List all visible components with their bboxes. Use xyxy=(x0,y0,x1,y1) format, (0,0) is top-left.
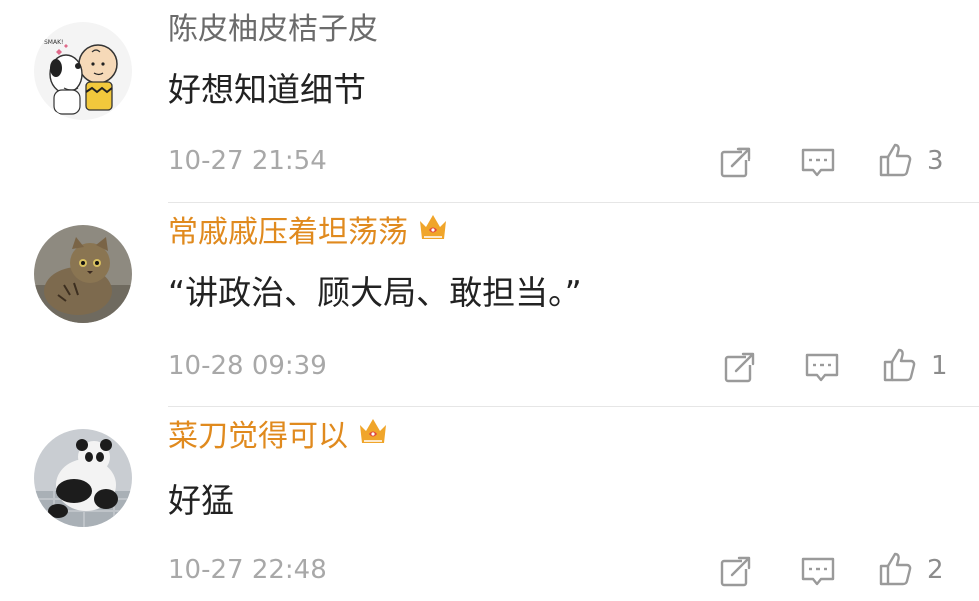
timestamp: 10-27 21:54 xyxy=(168,146,327,176)
comment-text: 好猛 xyxy=(168,481,234,520)
username[interactable]: 常戚戚压着坦荡荡 xyxy=(168,215,450,252)
like-icon xyxy=(883,348,916,382)
comment-text: 好想知道细节 xyxy=(168,70,366,109)
comment-item: 菜刀觉得可以 好猛 10-27 22:48 2 xyxy=(0,407,979,601)
share-button[interactable] xyxy=(722,349,758,385)
reply-button[interactable] xyxy=(804,349,840,385)
vip-crown-icon xyxy=(356,415,390,456)
comment-item: 常戚戚压着坦荡荡 “讲政治、顾大局、敢担当。” 10-28 09:39 1 xyxy=(0,203,979,403)
like-button[interactable] xyxy=(878,551,914,587)
comment-text: “讲政治、顾大局、敢担当。” xyxy=(168,273,582,312)
like-count: 1 xyxy=(931,351,948,381)
comment-icon xyxy=(801,557,835,586)
reply-button[interactable] xyxy=(800,144,836,180)
avatar[interactable] xyxy=(34,429,132,527)
username-text[interactable]: 陈皮柚皮桔子皮 xyxy=(168,12,378,47)
timestamp: 10-27 22:48 xyxy=(168,555,327,585)
reply-button[interactable] xyxy=(800,553,836,589)
timestamp: 10-28 09:39 xyxy=(168,351,327,381)
panda-avatar-icon xyxy=(34,429,132,527)
share-icon xyxy=(720,147,752,178)
username[interactable]: 菜刀觉得可以 xyxy=(168,419,390,456)
like-button[interactable] xyxy=(882,347,918,383)
share-icon xyxy=(720,556,752,587)
like-icon xyxy=(879,552,912,586)
avatar[interactable]: SMAK! xyxy=(34,22,132,120)
comment-icon xyxy=(801,148,835,177)
share-button[interactable] xyxy=(718,144,754,180)
like-count: 2 xyxy=(927,555,944,585)
avatar[interactable] xyxy=(34,225,132,323)
snoopy-charlie-brown-avatar-icon: SMAK! xyxy=(34,22,132,120)
username-text[interactable]: 菜刀觉得可以 xyxy=(168,419,348,454)
share-icon xyxy=(724,352,756,383)
svg-text:SMAK!: SMAK! xyxy=(44,39,63,46)
share-button[interactable] xyxy=(718,553,754,589)
username-text[interactable]: 常戚戚压着坦荡荡 xyxy=(168,215,408,250)
comment-item: SMAK! 陈皮柚皮桔子皮 好想知道细节 10-27 21:54 3 xyxy=(0,0,979,200)
like-button[interactable] xyxy=(878,142,914,178)
comment-icon xyxy=(805,353,839,382)
cat-avatar-icon xyxy=(34,225,132,323)
like-icon xyxy=(879,143,912,177)
username[interactable]: 陈皮柚皮桔子皮 xyxy=(168,12,378,48)
vip-crown-icon xyxy=(416,211,450,252)
like-count: 3 xyxy=(927,146,944,176)
